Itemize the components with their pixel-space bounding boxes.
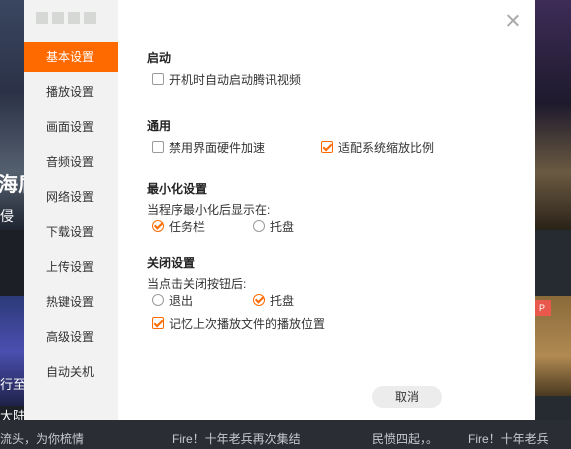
background-poster-title: 行至6	[0, 377, 24, 392]
background-poster-subtitle: 侵	[0, 208, 14, 224]
sidebar-item-picture-settings[interactable]: 画面设置	[24, 112, 118, 142]
disable-hw-accel-checkbox[interactable]: 禁用界面硬件加速	[152, 139, 265, 155]
section-title-startup: 启动	[147, 51, 172, 65]
radio-button[interactable]	[253, 220, 265, 232]
background-caption: Fire！十年老兵	[468, 432, 549, 446]
checkbox-box[interactable]	[152, 73, 164, 85]
background-caption: 流头，为你梳情	[0, 432, 85, 446]
sidebar-item-network-settings[interactable]: 网络设置	[24, 182, 118, 212]
checkbox-label: 禁用界面硬件加速	[169, 140, 266, 155]
section-title-general: 通用	[147, 119, 172, 133]
remember-position-checkbox[interactable]: 记忆上次播放文件的播放位置	[152, 315, 325, 331]
background-caption: Fire！十年老兵再次集结	[172, 432, 301, 446]
background-badge: P	[533, 300, 551, 316]
close-exit-radio[interactable]: 退出	[152, 292, 193, 308]
checkbox-label: 记忆上次播放文件的播放位置	[169, 316, 326, 331]
radio-label: 退出	[169, 293, 194, 308]
checkbox-box[interactable]	[321, 141, 333, 153]
checkbox-label: 开机时自动启动腾讯视频	[169, 72, 302, 87]
checkbox-label: 适配系统缩放比例	[338, 140, 435, 155]
system-scaling-checkbox[interactable]: 适配系统缩放比例	[321, 139, 434, 155]
checkbox-box[interactable]	[152, 141, 164, 153]
radio-button[interactable]	[253, 294, 265, 306]
sidebar-item-auto-shutdown[interactable]: 自动关机	[24, 357, 118, 387]
background-left-panel: 海盾 侵 行至6 大陆	[0, 0, 24, 449]
radio-label: 托盘	[270, 219, 295, 234]
background-caption: 民愤四起，。	[372, 432, 439, 446]
minimize-taskbar-radio[interactable]: 任务栏	[152, 218, 205, 234]
app-logo	[34, 6, 100, 32]
sidebar-item-upload-settings[interactable]: 上传设置	[24, 252, 118, 282]
radio-button[interactable]	[152, 220, 164, 232]
settings-content: 启动 开机时自动启动腾讯视频 通用 禁用界面硬件加速 适配系统缩放比例 最小化设…	[147, 0, 517, 420]
background-poster-title: 海盾	[0, 174, 24, 196]
sidebar-item-advanced-settings[interactable]: 高级设置	[24, 322, 118, 352]
close-tray-radio[interactable]: 托盘	[253, 292, 294, 308]
autostart-checkbox[interactable]: 开机时自动启动腾讯视频	[152, 71, 301, 87]
minimize-prompt: 当程序最小化后显示在:	[147, 203, 271, 217]
settings-sidebar: 基本设置 播放设置 画面设置 音频设置 网络设置 下载设置 上传设置 热键设置 …	[24, 0, 118, 420]
cancel-button[interactable]: 取消	[372, 386, 442, 408]
background-caption-strip: 流头，为你梳情 Fire！十年老兵再次集结 民愤四起，。 Fire！十年老兵	[0, 420, 571, 449]
sidebar-item-basic-settings[interactable]: 基本设置	[24, 42, 118, 72]
background-poster	[533, 0, 571, 230]
radio-label: 托盘	[270, 293, 295, 308]
settings-dialog: 基本设置 播放设置 画面设置 音频设置 网络设置 下载设置 上传设置 热键设置 …	[24, 0, 535, 420]
radio-label: 任务栏	[169, 219, 206, 234]
section-title-minimize: 最小化设置	[147, 182, 208, 196]
sidebar-item-download-settings[interactable]: 下载设置	[24, 217, 118, 247]
sidebar-item-playback-settings[interactable]: 播放设置	[24, 77, 118, 107]
background-right-panel: P	[533, 0, 571, 449]
close-prompt: 当点击关闭按钮后:	[147, 277, 247, 291]
radio-button[interactable]	[152, 294, 164, 306]
section-title-close: 关闭设置	[147, 256, 196, 270]
sidebar-item-audio-settings[interactable]: 音频设置	[24, 147, 118, 177]
sidebar-item-hotkey-settings[interactable]: 热键设置	[24, 287, 118, 317]
checkbox-box[interactable]	[152, 317, 164, 329]
minimize-tray-radio[interactable]: 托盘	[253, 218, 294, 234]
